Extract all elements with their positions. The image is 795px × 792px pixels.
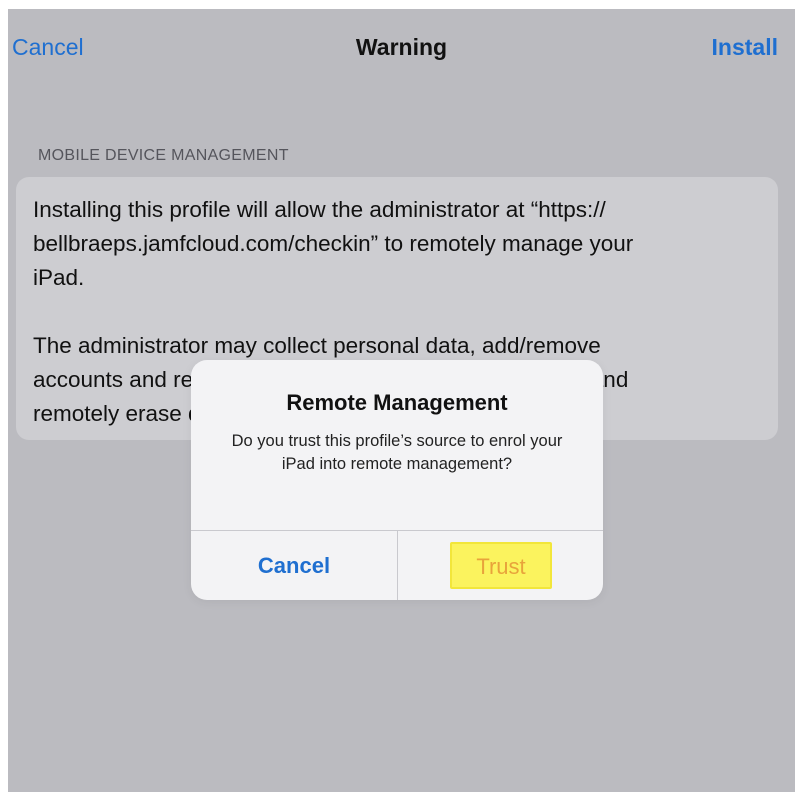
remote-management-alert: Remote Management Do you trust this prof…	[191, 360, 603, 600]
alert-trust-label: Trust	[450, 542, 552, 589]
section-header: MOBILE DEVICE MANAGEMENT	[38, 147, 289, 164]
alert-message: Do you trust this profile’s source to en…	[231, 432, 563, 473]
alert-trust-button[interactable]: Trust	[398, 531, 603, 600]
nav-title: Warning	[355, 34, 448, 60]
device-screen: Cancel Warning Install MOBILE DEVICE MAN…	[8, 9, 795, 792]
alert-cancel-label: Cancel	[257, 552, 331, 578]
alert-title: Remote Management	[286, 390, 508, 415]
nav-install-button[interactable]: Install	[712, 34, 778, 61]
alert-cancel-button[interactable]: Cancel	[191, 531, 397, 600]
